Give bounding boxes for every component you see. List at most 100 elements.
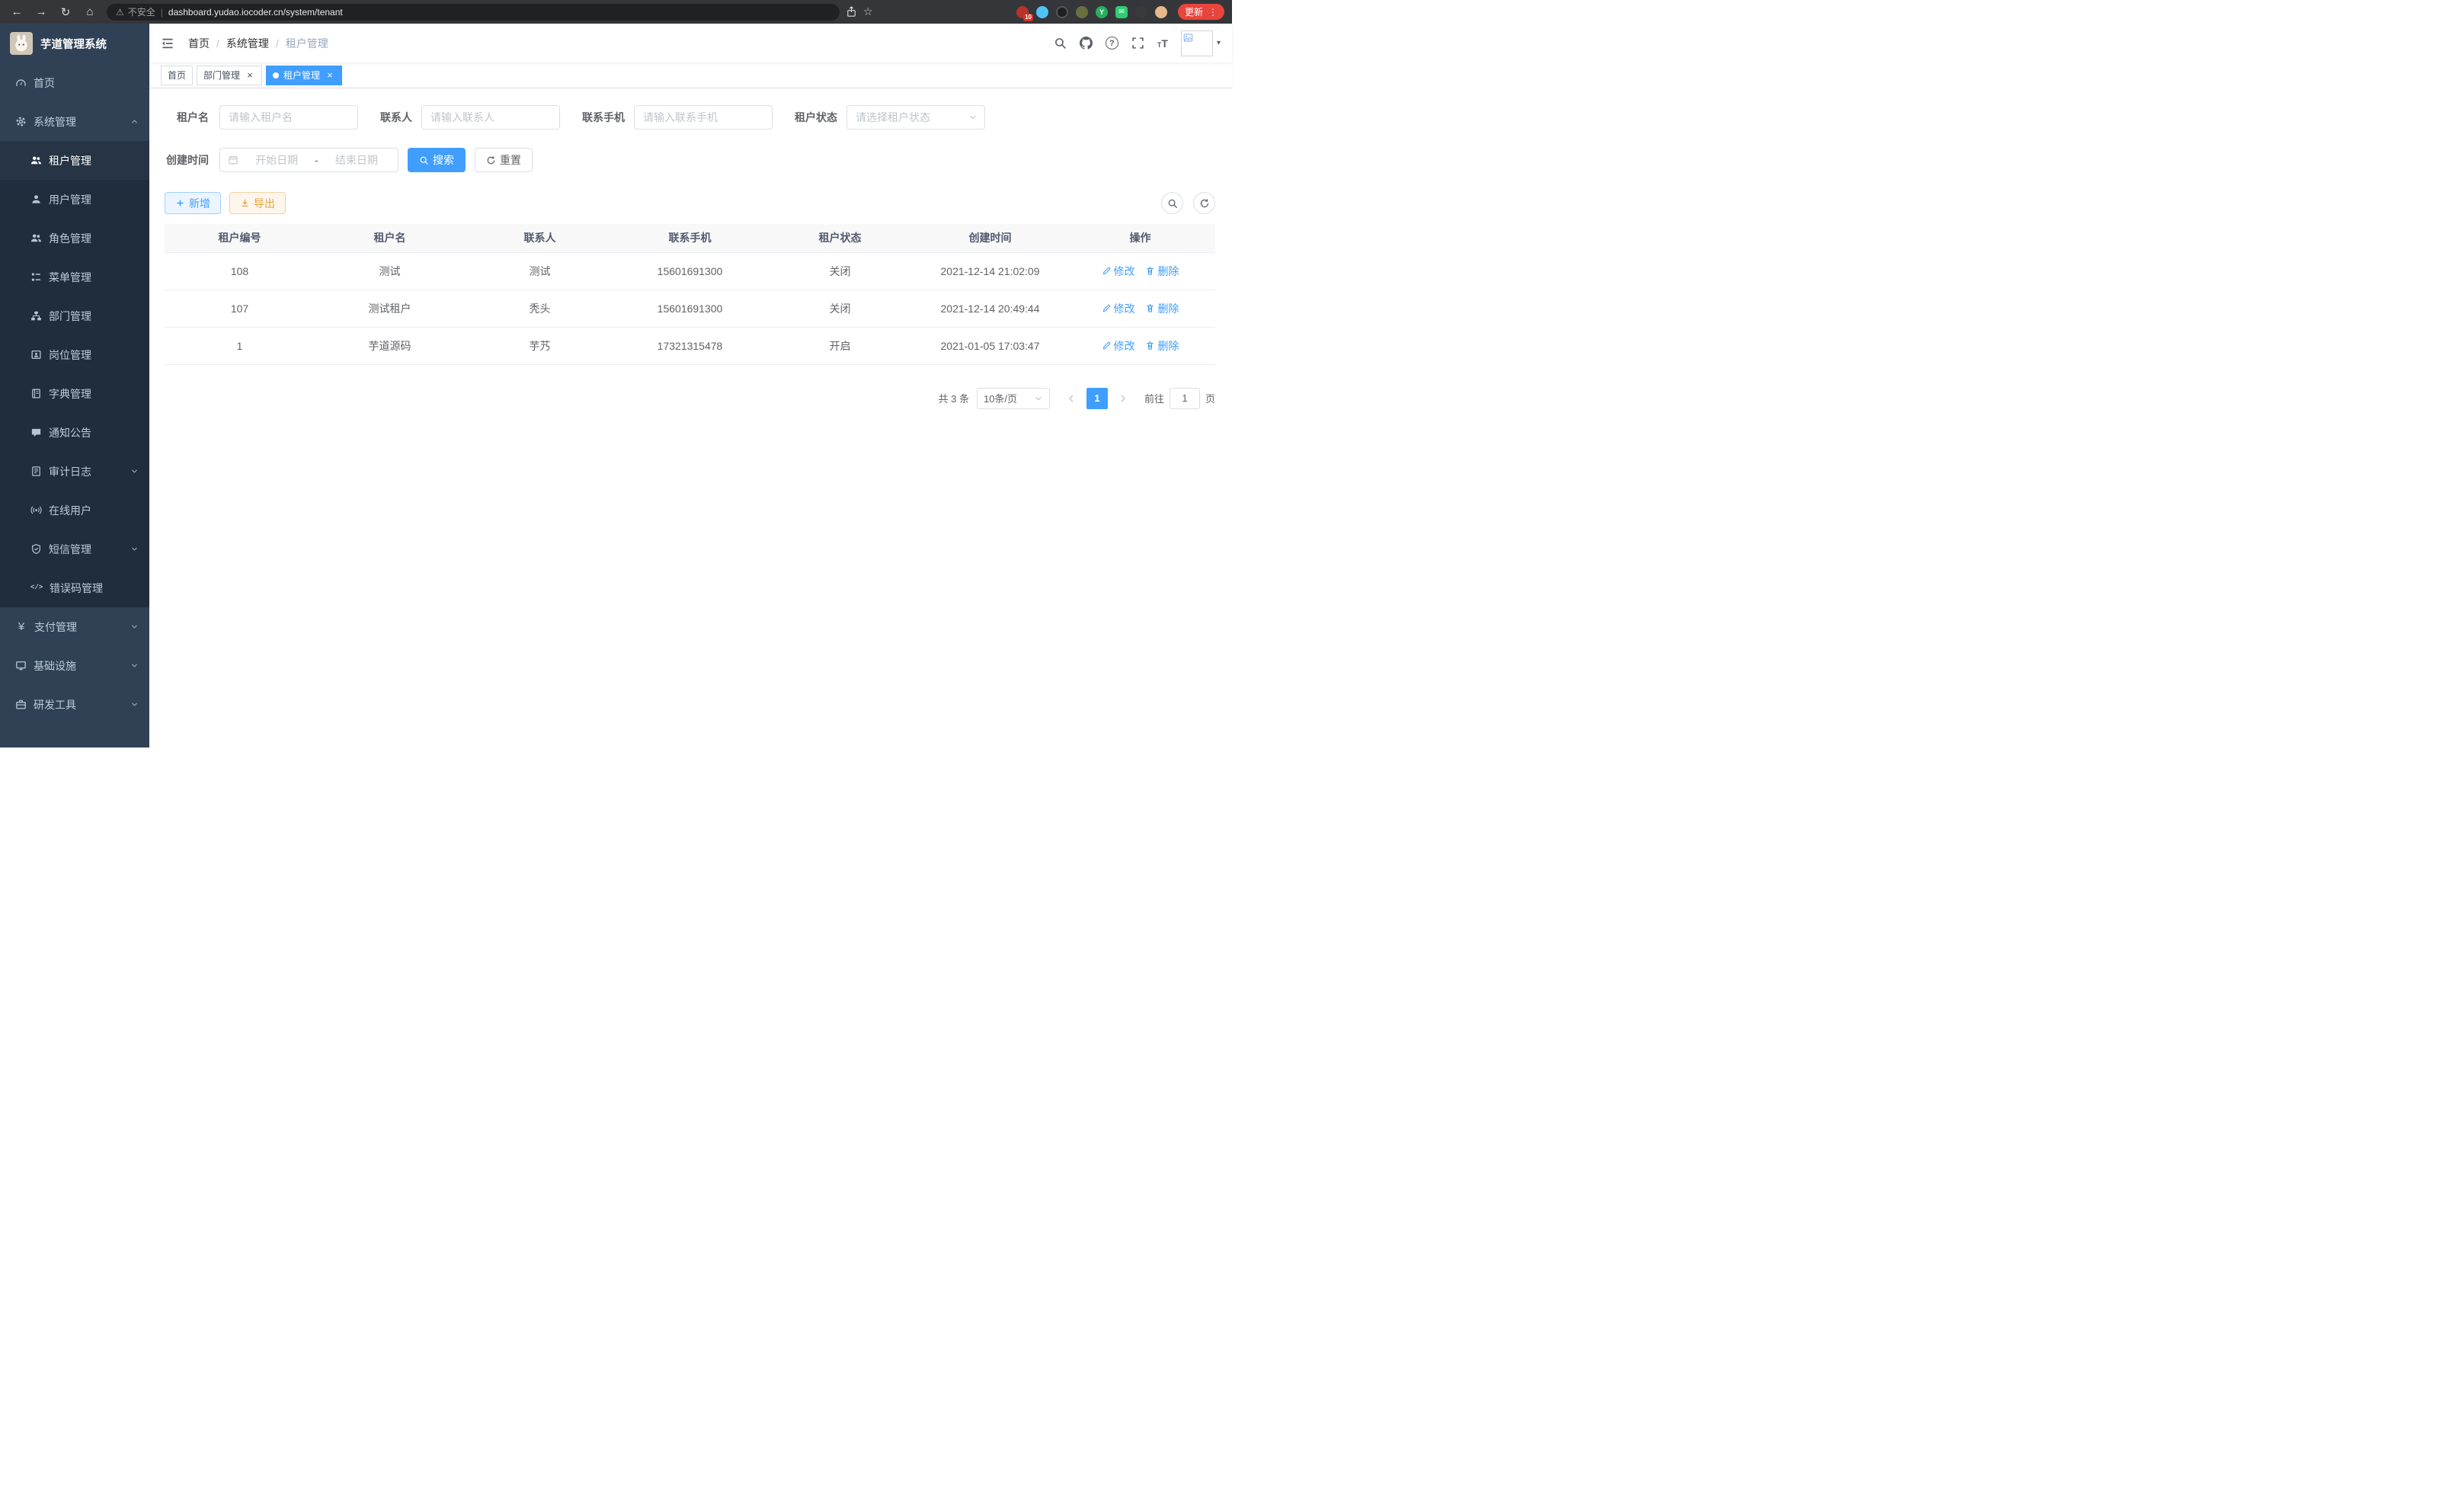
extension-icon-2[interactable]: [1036, 6, 1048, 18]
sidebar-item-sms[interactable]: 短信管理: [0, 530, 149, 568]
extension-icon-3[interactable]: [1056, 6, 1068, 18]
sidebar-item-tenant[interactable]: 租户管理: [0, 141, 149, 180]
help-icon[interactable]: ?: [1106, 37, 1118, 50]
col-contact: 联系人: [465, 224, 615, 252]
extension-icon-4[interactable]: [1076, 6, 1088, 18]
export-button[interactable]: 导出: [229, 192, 286, 214]
browser-reload-icon[interactable]: ↻: [56, 3, 75, 21]
extension-icon-8[interactable]: [1155, 6, 1167, 18]
phone-input[interactable]: [634, 105, 773, 130]
browser-menu-icon[interactable]: ⋮: [1208, 7, 1218, 18]
github-icon[interactable]: [1080, 37, 1093, 50]
cell-phone: 15601691300: [615, 290, 765, 327]
shield-icon: [30, 543, 42, 555]
browser-update-button[interactable]: 更新 ⋮: [1178, 4, 1224, 20]
sidebar-item-dev-tools[interactable]: 研发工具: [0, 685, 149, 724]
end-date-placeholder: 结束日期: [323, 152, 390, 168]
col-tenant-id: 租户编号: [165, 224, 315, 252]
sidebar-item-home[interactable]: 首页: [0, 63, 149, 102]
sidebar-item-error-code[interactable]: </> 错误码管理: [0, 568, 149, 607]
sidebar-item-infra[interactable]: 基础设施: [0, 646, 149, 685]
page-size-select[interactable]: 10条/页: [977, 388, 1050, 409]
delete-link[interactable]: 删除: [1145, 301, 1179, 316]
cell-name: 测试租户: [315, 290, 465, 327]
toggle-search-button[interactable]: [1161, 192, 1183, 214]
edit-link[interactable]: 修改: [1102, 264, 1135, 279]
chevron-down-icon: [968, 113, 978, 122]
sidebar-item-role[interactable]: 角色管理: [0, 219, 149, 258]
search-button[interactable]: 搜索: [408, 148, 466, 172]
col-actions: 操作: [1065, 224, 1215, 252]
delete-icon: [1145, 303, 1155, 313]
caret-down-icon: ▾: [1217, 39, 1221, 47]
gear-icon: [15, 116, 27, 127]
sidebar-item-post[interactable]: 岗位管理: [0, 335, 149, 374]
close-icon[interactable]: ×: [245, 70, 255, 81]
delete-link[interactable]: 删除: [1145, 264, 1179, 279]
tenant-status-select[interactable]: 请选择租户状态: [846, 105, 985, 130]
sidebar-item-notice[interactable]: 通知公告: [0, 413, 149, 452]
prev-page-button[interactable]: [1061, 388, 1082, 409]
sidebar-item-system[interactable]: 系统管理: [0, 102, 149, 141]
contact-input[interactable]: [421, 105, 560, 130]
chevron-down-icon: [1034, 394, 1043, 403]
sidebar-item-dept[interactable]: 部门管理: [0, 296, 149, 335]
table-row: 107 测试租户 秃头 15601691300 关闭 2021-12-14 20…: [165, 290, 1215, 327]
navbar-actions: ? TT ▾: [1054, 30, 1221, 56]
address-bar[interactable]: ⚠ 不安全 | dashboard.yudao.iocoder.cn/syste…: [107, 4, 840, 21]
sidebar-item-audit-log[interactable]: 审计日志: [0, 452, 149, 491]
next-page-button[interactable]: [1112, 388, 1134, 409]
tab-dept[interactable]: 部门管理 ×: [197, 66, 262, 85]
cell-actions: 修改 删除: [1065, 327, 1215, 364]
sidebar-item-user[interactable]: 用户管理: [0, 180, 149, 219]
table-tools: [1161, 192, 1215, 214]
toolbar-row: 新增 导出: [165, 192, 1215, 214]
active-dot: [273, 72, 279, 78]
app-logo[interactable]: 芋道管理系统: [0, 24, 149, 63]
bookmark-star-icon[interactable]: ☆: [863, 5, 873, 18]
reset-button[interactable]: 重置: [475, 148, 533, 172]
extension-icon-5[interactable]: Y: [1096, 6, 1108, 18]
calendar-icon: [228, 155, 238, 165]
extension-badge: 10: [1023, 14, 1033, 21]
chevron-left-icon: [1067, 394, 1076, 403]
refresh-button[interactable]: [1193, 192, 1215, 214]
search-icon: [419, 155, 429, 165]
sidebar-toggle-icon[interactable]: [161, 37, 174, 50]
breadcrumb-system[interactable]: 系统管理: [226, 36, 269, 51]
page-number-button[interactable]: 1: [1086, 388, 1108, 409]
browser-forward-icon[interactable]: →: [32, 3, 50, 21]
tenant-name-input[interactable]: [219, 105, 358, 130]
phone-label: 联系手机: [582, 110, 625, 125]
browser-back-icon[interactable]: ←: [8, 3, 26, 21]
edit-link[interactable]: 修改: [1102, 338, 1135, 354]
breadcrumb-home[interactable]: 首页: [188, 36, 210, 51]
search-icon[interactable]: [1054, 37, 1067, 50]
add-button[interactable]: 新增: [165, 192, 221, 214]
delete-link[interactable]: 删除: [1145, 338, 1179, 354]
goto-page-input[interactable]: [1170, 388, 1200, 409]
sidebar-item-pay[interactable]: ¥ 支付管理: [0, 607, 149, 646]
font-size-icon[interactable]: TT: [1157, 38, 1168, 49]
sidebar-item-online-user[interactable]: 在线用户: [0, 491, 149, 530]
cell-id: 1: [165, 327, 315, 364]
extension-icon-7[interactable]: [1135, 6, 1147, 18]
extension-icon-6[interactable]: ✉: [1115, 6, 1128, 18]
create-time-range-picker[interactable]: 开始日期 - 结束日期: [219, 148, 398, 172]
extension-icon-1[interactable]: 10: [1016, 6, 1029, 18]
filter-row-1: 租户名 联系人 联系手机 租户状态 请选择租户状态: [165, 105, 1215, 130]
contact-label: 联系人: [380, 110, 412, 125]
tab-tenant[interactable]: 租户管理 ×: [266, 66, 342, 85]
user-avatar-menu[interactable]: ▾: [1181, 30, 1221, 56]
edit-link[interactable]: 修改: [1102, 301, 1135, 316]
browser-home-icon[interactable]: ⌂: [81, 3, 99, 21]
sidebar-item-menu[interactable]: 菜单管理: [0, 258, 149, 296]
share-icon[interactable]: [846, 6, 857, 18]
url-text: dashboard.yudao.iocoder.cn/system/tenant: [168, 7, 343, 18]
fullscreen-icon[interactable]: [1131, 37, 1144, 50]
breadcrumb-separator: /: [216, 37, 219, 50]
sidebar-item-dict[interactable]: 字典管理: [0, 374, 149, 413]
date-separator: -: [313, 154, 320, 166]
tab-home[interactable]: 首页: [161, 66, 193, 85]
close-icon[interactable]: ×: [325, 70, 335, 81]
